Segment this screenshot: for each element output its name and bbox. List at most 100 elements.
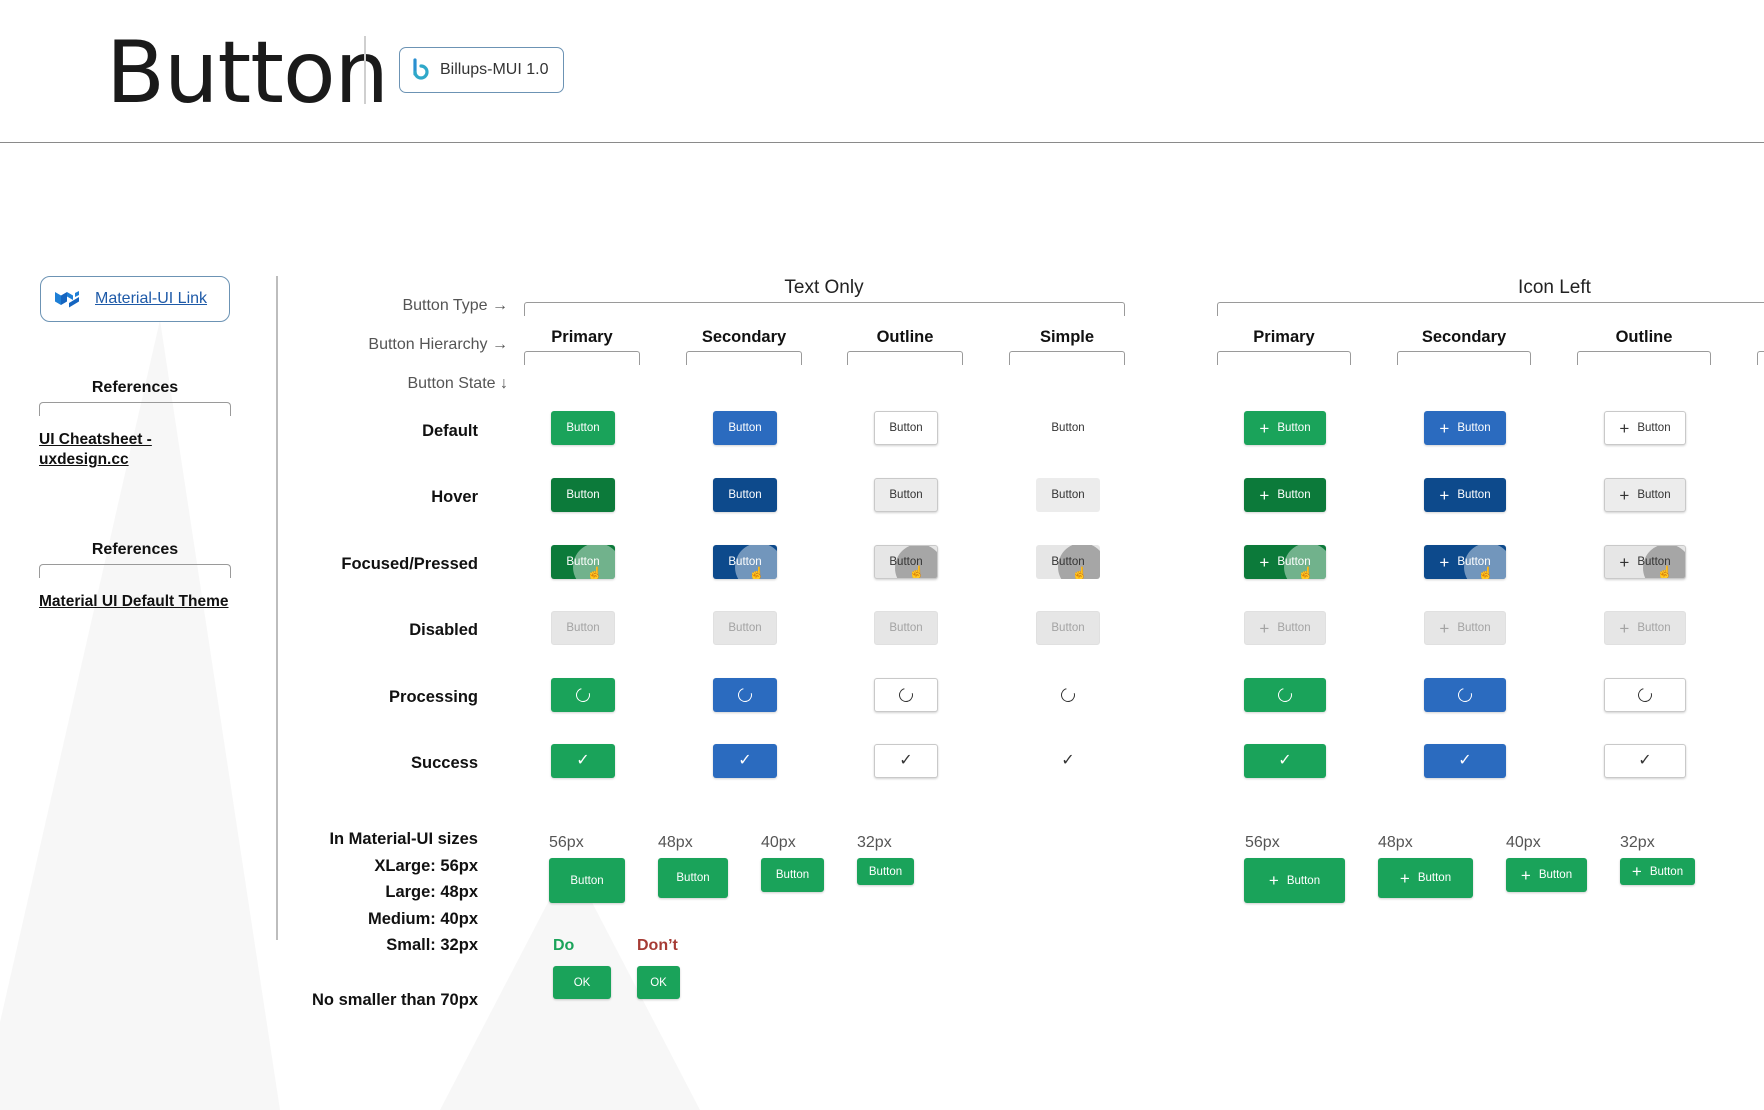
plus-icon: + — [1619, 552, 1630, 572]
button-icon-primary-processing[interactable] — [1244, 678, 1326, 712]
size-button-32-text[interactable]: Button — [857, 858, 914, 885]
button-label: Button — [1457, 622, 1491, 634]
size-col-48-icon: 48px — [1378, 834, 1413, 851]
button-icon-outline-default[interactable]: + Button — [1604, 411, 1686, 445]
pointer-cursor-icon: ☝ — [1477, 566, 1494, 579]
material-ui-link[interactable]: Material-UI Link — [95, 290, 207, 308]
col-title-text-outline: Outline — [876, 328, 934, 346]
do-label: Do — [553, 937, 575, 954]
size-col-40-icon: 40px — [1506, 834, 1541, 851]
do-ok-button[interactable]: OK — [553, 966, 611, 999]
button-label: Button — [728, 622, 762, 634]
size-button-40-text[interactable]: Button — [761, 858, 824, 892]
button-text-simple-success[interactable]: ✓ — [1036, 744, 1100, 778]
material-ui-link-card[interactable]: Material-UI Link — [40, 276, 230, 322]
button-icon-secondary-disabled[interactable]: + Button — [1424, 611, 1506, 645]
button-icon-primary-success[interactable]: ✓ — [1244, 744, 1326, 778]
size-button-40-icon[interactable]: + Button — [1506, 858, 1587, 892]
group-title-text-only: Text Only — [784, 277, 864, 298]
button-text-outline-focused[interactable]: Button ☝ — [874, 545, 938, 579]
button-icon-outline-focused[interactable]: + Button ☝ — [1604, 545, 1686, 579]
button-hierarchy-label: Button Hierarchy → — [368, 336, 508, 353]
version-badge-label: Billups-MUI 1.0 — [440, 61, 549, 78]
button-icon-primary-disabled[interactable]: + Button — [1244, 611, 1326, 645]
button-text-primary-focused[interactable]: Button ☝ — [551, 545, 615, 579]
button-text-simple-default[interactable]: Button — [1036, 411, 1100, 445]
button-icon-secondary-processing[interactable] — [1424, 678, 1506, 712]
size-col-32-text: 32px — [857, 834, 892, 851]
button-text-primary-hover[interactable]: Button — [551, 478, 615, 512]
button-text-secondary-focused[interactable]: Button ☝ — [713, 545, 777, 579]
button-text-primary-default[interactable]: Button — [551, 411, 615, 445]
button-text-primary-success[interactable]: ✓ — [551, 744, 615, 778]
button-icon-primary-focused[interactable]: + Button ☝ — [1244, 545, 1326, 579]
checkmark-icon: ✓ — [1278, 752, 1292, 769]
button-label: Button — [1637, 489, 1671, 501]
button-text-secondary-success[interactable]: ✓ — [713, 744, 777, 778]
sizes-heading: In Material-UI sizes — [329, 830, 478, 848]
button-icon-secondary-focused[interactable]: + Button ☝ — [1424, 545, 1506, 579]
button-text-outline-disabled[interactable]: Button — [874, 611, 938, 645]
button-text-primary-processing[interactable] — [551, 678, 615, 712]
plus-icon: + — [1520, 865, 1531, 885]
button-icon-primary-hover[interactable]: + Button — [1244, 478, 1326, 512]
button-label: Button — [566, 622, 600, 634]
button-type-label: Button Type → — [402, 297, 508, 314]
plus-icon: + — [1259, 485, 1270, 505]
size-button-32-icon[interactable]: + Button — [1620, 858, 1695, 885]
button-text-outline-success[interactable]: ✓ — [874, 744, 938, 778]
size-button-48-text[interactable]: Button — [658, 858, 728, 898]
button-label: Button — [1457, 422, 1491, 434]
button-text-simple-processing[interactable] — [1036, 678, 1100, 712]
button-icon-outline-processing[interactable] — [1604, 678, 1686, 712]
button-text-simple-hover[interactable]: Button — [1036, 478, 1100, 512]
col-title-text-simple: Simple — [1039, 328, 1095, 346]
size-label-medium: Medium: 40px — [367, 910, 478, 928]
col-bracket-text-primary — [524, 351, 640, 365]
button-label: Button — [728, 422, 762, 434]
button-text-outline-hover[interactable]: Button — [874, 478, 938, 512]
button-text-primary-disabled[interactable]: Button — [551, 611, 615, 645]
button-label: Button — [1277, 422, 1311, 434]
button-icon-secondary-hover[interactable]: + Button — [1424, 478, 1506, 512]
button-text-simple-focused[interactable]: Button ☝ — [1036, 545, 1100, 579]
col-title-icon-primary: Primary — [1253, 328, 1315, 346]
size-col-56-text: 56px — [549, 834, 584, 851]
version-badge[interactable]: Billups-MUI 1.0 — [399, 47, 564, 93]
button-icon-secondary-default[interactable]: + Button — [1424, 411, 1506, 445]
spinner-icon — [1635, 685, 1655, 705]
references-heading-1: References — [91, 379, 179, 396]
button-icon-outline-disabled[interactable]: + Button — [1604, 611, 1686, 645]
state-label-processing: Processing — [389, 688, 478, 706]
button-label: Button — [1637, 422, 1671, 434]
minimum-width-rule: No smaller than 70px — [312, 991, 478, 1009]
button-icon-outline-hover[interactable]: + Button — [1604, 478, 1686, 512]
material-ui-theme-link[interactable]: Material UI Default Theme — [39, 592, 229, 612]
state-label-default: Default — [422, 422, 478, 440]
plus-icon: + — [1439, 485, 1450, 505]
dont-ok-button[interactable]: OK — [637, 966, 680, 999]
plus-icon: + — [1259, 552, 1270, 572]
size-button-56-icon[interactable]: + Button — [1244, 858, 1345, 903]
button-label: Button — [1051, 422, 1085, 434]
size-button-56-text[interactable]: Button — [549, 858, 625, 903]
size-label-large: Large: 48px — [385, 883, 478, 901]
button-text-secondary-processing[interactable] — [713, 678, 777, 712]
button-text-secondary-default[interactable]: Button — [713, 411, 777, 445]
size-col-48-text: 48px — [658, 834, 693, 851]
button-text-secondary-disabled[interactable]: Button — [713, 611, 777, 645]
size-button-48-icon[interactable]: + Button — [1378, 858, 1473, 898]
button-text-outline-default[interactable]: Button — [874, 411, 938, 445]
state-label-focused: Focused/Pressed — [341, 555, 478, 573]
button-text-outline-processing[interactable] — [874, 678, 938, 712]
button-icon-secondary-success[interactable]: ✓ — [1424, 744, 1506, 778]
button-label: Button — [1457, 489, 1491, 501]
button-text-simple-disabled[interactable]: Button — [1036, 611, 1100, 645]
page-title: Button — [106, 23, 389, 123]
size-label-xlarge: XLarge: 56px — [374, 857, 478, 875]
button-text-secondary-hover[interactable]: Button — [713, 478, 777, 512]
group-title-icon-left: Icon Left — [1518, 277, 1591, 298]
button-icon-outline-success[interactable]: ✓ — [1604, 744, 1686, 778]
button-icon-primary-default[interactable]: + Button — [1244, 411, 1326, 445]
state-label-disabled: Disabled — [409, 621, 478, 639]
